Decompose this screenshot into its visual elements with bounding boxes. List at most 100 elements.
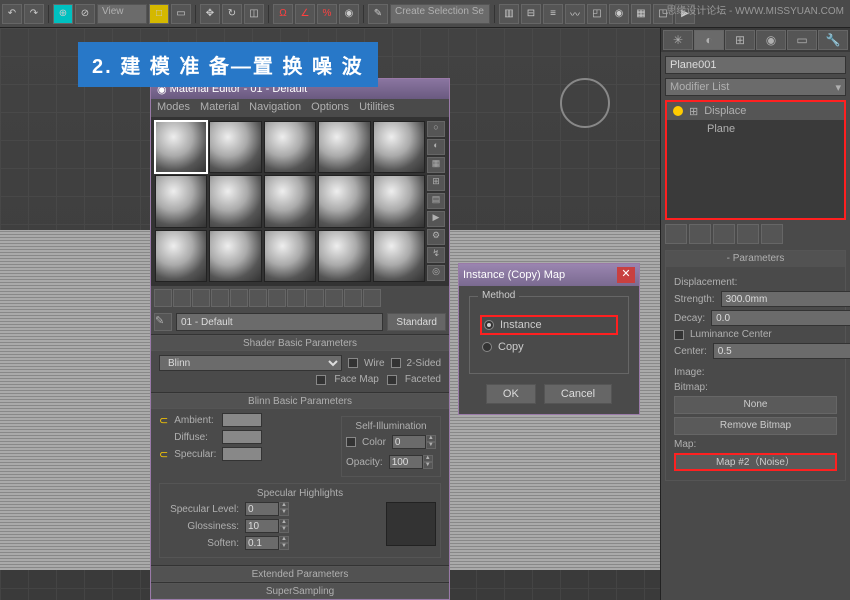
render-setup-icon[interactable]: ▦	[631, 4, 651, 24]
material-slot-6[interactable]	[155, 175, 207, 227]
rollout-shader-basic-header[interactable]: Shader Basic Parameters	[151, 335, 449, 351]
color-checkbox[interactable]	[346, 437, 356, 447]
material-slot-7[interactable]	[209, 175, 261, 227]
modifier-list-dropdown[interactable]: Modifier List ▾	[665, 78, 846, 96]
unlink-icon[interactable]: ⊘	[75, 4, 95, 24]
rollout-supersampling-header[interactable]: SuperSampling	[151, 583, 449, 599]
modifier-plane[interactable]: Plane	[667, 120, 844, 138]
backlight-icon[interactable]: ◐	[427, 139, 445, 155]
scale-icon[interactable]: ◫	[244, 4, 264, 24]
edit-named-icon[interactable]: ✎	[368, 4, 388, 24]
remove-bitmap-button[interactable]: Remove Bitmap	[674, 417, 837, 435]
put-to-lib-icon[interactable]	[268, 289, 286, 307]
rollout-blinn-basic-header[interactable]: Blinn Basic Parameters	[151, 393, 449, 409]
rollout-extended-header[interactable]: Extended Parameters	[151, 566, 449, 582]
menu-material[interactable]: Material	[200, 101, 239, 115]
two-sided-checkbox[interactable]	[391, 358, 401, 368]
shader-type-dropdown[interactable]: Blinn	[159, 355, 342, 371]
cancel-button[interactable]: Cancel	[544, 384, 612, 404]
mat-id-icon[interactable]	[287, 289, 305, 307]
ambient-color-swatch[interactable]	[222, 413, 262, 427]
menu-navigation[interactable]: Navigation	[249, 101, 301, 115]
select-icon[interactable]: □	[149, 4, 169, 24]
view-cube-icon[interactable]	[560, 78, 610, 128]
diffuse-color-swatch[interactable]	[222, 430, 262, 444]
rotate-icon[interactable]: ↻	[222, 4, 242, 24]
configure-sets-icon[interactable]	[761, 224, 783, 244]
redo-icon[interactable]: ↷	[24, 4, 44, 24]
material-slot-9[interactable]	[318, 175, 370, 227]
instance-dialog-titlebar[interactable]: Instance (Copy) Map ✕	[459, 264, 639, 286]
soften-spinner[interactable]: ▲▼	[245, 536, 289, 550]
motion-tab-icon[interactable]: ◉	[756, 30, 786, 50]
select-name-icon[interactable]: ▭	[171, 4, 191, 24]
expand-icon[interactable]: ⊞	[689, 105, 698, 118]
link-icon[interactable]: ⊕	[53, 4, 73, 24]
hierarchy-tab-icon[interactable]: ⊞	[725, 30, 755, 50]
material-slot-3[interactable]	[264, 121, 316, 173]
curve-editor-icon[interactable]: 〰	[565, 4, 585, 24]
map-noise-button[interactable]: Map #2（Noise）	[674, 453, 837, 471]
spec-level-spinner[interactable]: ▲▼	[245, 502, 289, 516]
assign-to-sel-icon[interactable]	[192, 289, 210, 307]
material-slot-1[interactable]	[155, 121, 207, 173]
create-tab-icon[interactable]: ✳	[663, 30, 693, 50]
uv-tile-icon[interactable]: ⊞	[427, 175, 445, 191]
close-icon[interactable]: ✕	[617, 267, 635, 283]
align-icon[interactable]: ⊟	[521, 4, 541, 24]
bitmap-none-button[interactable]: None	[674, 396, 837, 414]
go-parent-icon[interactable]	[344, 289, 362, 307]
copy-radio-row[interactable]: Copy	[480, 339, 618, 355]
snap-toggle-icon[interactable]: Ω	[273, 4, 293, 24]
pick-material-icon[interactable]: ✎	[154, 313, 172, 331]
video-check-icon[interactable]: ▤	[427, 193, 445, 209]
decay-input[interactable]	[711, 310, 850, 326]
lock-ambient-icon[interactable]: ⊂	[159, 414, 168, 427]
go-sibling-icon[interactable]	[363, 289, 381, 307]
undo-icon[interactable]: ↶	[2, 4, 22, 24]
material-slot-2[interactable]	[209, 121, 261, 173]
get-material-icon[interactable]	[154, 289, 172, 307]
menu-utilities[interactable]: Utilities	[359, 101, 394, 115]
schematic-icon[interactable]: ◰	[587, 4, 607, 24]
glossiness-spinner[interactable]: ▲▼	[245, 519, 289, 533]
object-name-field[interactable]: Plane001	[665, 56, 846, 74]
material-editor-icon[interactable]: ◉	[609, 4, 629, 24]
mat-map-nav-icon[interactable]: ◎	[427, 265, 445, 281]
named-sel-dropdown[interactable]: Create Selection Se	[390, 4, 490, 24]
options-icon[interactable]: ⚙	[427, 229, 445, 245]
faceted-checkbox[interactable]	[387, 375, 397, 385]
background-icon[interactable]: ▦	[427, 157, 445, 173]
angle-snap-icon[interactable]: ∠	[295, 4, 315, 24]
material-type-button[interactable]: Standard	[387, 313, 446, 331]
show-end-icon[interactable]	[325, 289, 343, 307]
ref-coord-dropdown[interactable]: View	[97, 4, 147, 24]
center-input[interactable]	[713, 343, 850, 359]
show-end-result-icon[interactable]	[689, 224, 711, 244]
remove-modifier-icon[interactable]	[737, 224, 759, 244]
reset-map-icon[interactable]	[211, 289, 229, 307]
material-slot-12[interactable]	[209, 230, 261, 282]
material-slot-11[interactable]	[155, 230, 207, 282]
mirror-icon[interactable]: ▥	[499, 4, 519, 24]
menu-options[interactable]: Options	[311, 101, 349, 115]
material-name-input[interactable]	[176, 313, 383, 331]
instance-radio-row[interactable]: Instance	[480, 315, 618, 335]
modifier-displace[interactable]: ⊞ Displace	[667, 102, 844, 120]
color-spinner[interactable]: ▲▼	[392, 435, 436, 449]
material-slot-4[interactable]	[318, 121, 370, 173]
select-by-mat-icon[interactable]: ↯	[427, 247, 445, 263]
percent-snap-icon[interactable]: %	[317, 4, 337, 24]
modify-tab-icon[interactable]: ◐	[694, 30, 724, 50]
wire-checkbox[interactable]	[348, 358, 358, 368]
opacity-spinner[interactable]: ▲▼	[389, 455, 433, 469]
specular-color-swatch[interactable]	[222, 447, 262, 461]
material-slot-14[interactable]	[318, 230, 370, 282]
material-slot-8[interactable]	[264, 175, 316, 227]
menu-modes[interactable]: Modes	[157, 101, 190, 115]
make-unique-icon[interactable]	[249, 289, 267, 307]
make-copy-icon[interactable]	[230, 289, 248, 307]
pin-stack-icon[interactable]	[665, 224, 687, 244]
put-to-scene-icon[interactable]	[173, 289, 191, 307]
material-slot-10[interactable]	[373, 175, 425, 227]
